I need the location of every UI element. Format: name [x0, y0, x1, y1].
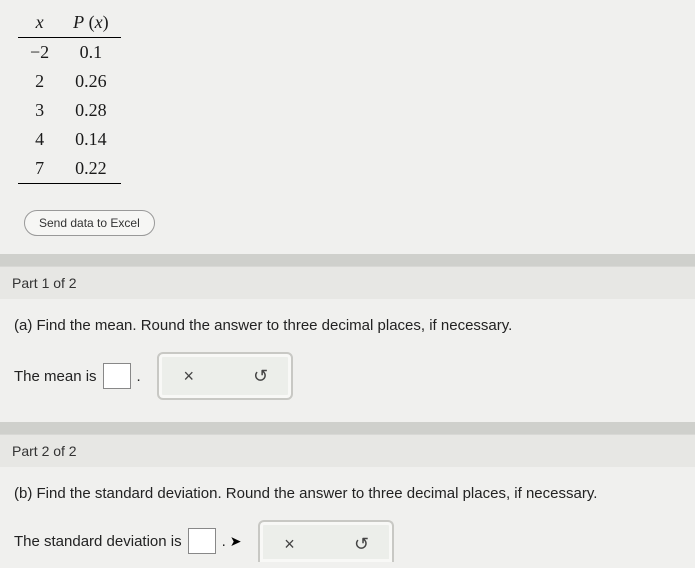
probability-table: x P (x) −2 0.1 2 0.26 3 0.28 4 0.14 7 — [18, 8, 121, 184]
header-px: P (x) — [61, 8, 121, 38]
cell-px: 0.1 — [61, 38, 121, 68]
reset-button[interactable]: ↺ — [239, 360, 283, 392]
undo-icon: ↺ — [354, 534, 369, 555]
table-row: 4 0.14 — [18, 125, 121, 154]
table-row: 7 0.22 — [18, 154, 121, 184]
clear-button[interactable]: × — [268, 528, 312, 560]
mean-suffix: . — [137, 368, 141, 385]
sd-prefix: The standard deviation is — [14, 533, 182, 550]
sd-answer-text: The standard deviation is . ➤ — [14, 528, 242, 554]
close-icon: × — [284, 534, 295, 555]
cell-x: 4 — [18, 125, 61, 154]
divider — [0, 422, 695, 434]
cell-px: 0.14 — [61, 125, 121, 154]
undo-icon: ↺ — [253, 366, 268, 387]
part-1-header: Part 1 of 2 — [0, 266, 695, 299]
cell-px: 0.22 — [61, 154, 121, 184]
answer-row-b: The standard deviation is . ➤ × ↺ — [0, 512, 695, 568]
divider — [0, 254, 695, 266]
cell-x: −2 — [18, 38, 61, 68]
cell-px: 0.26 — [61, 67, 121, 96]
mean-input[interactable] — [103, 363, 131, 389]
table-row: −2 0.1 — [18, 38, 121, 68]
table-row: 3 0.28 — [18, 96, 121, 125]
answer-row-a: The mean is . × ↺ — [0, 344, 695, 422]
cell-x: 7 — [18, 154, 61, 184]
cell-x: 2 — [18, 67, 61, 96]
question-b: (b) Find the standard deviation. Round t… — [0, 467, 695, 512]
sd-suffix: . — [222, 533, 226, 550]
mean-prefix: The mean is — [14, 368, 97, 385]
top-section: x P (x) −2 0.1 2 0.26 3 0.28 4 0.14 7 — [0, 0, 695, 254]
mean-answer-text: The mean is . — [14, 363, 141, 389]
cell-x: 3 — [18, 96, 61, 125]
sd-input[interactable] — [188, 528, 216, 554]
close-icon: × — [183, 366, 194, 387]
reset-button[interactable]: ↺ — [340, 528, 384, 560]
header-x: x — [18, 8, 61, 38]
table-row: 2 0.26 — [18, 67, 121, 96]
cell-px: 0.28 — [61, 96, 121, 125]
table-header-row: x P (x) — [18, 8, 121, 38]
tool-panel-b: × ↺ — [258, 520, 394, 562]
send-to-excel-button[interactable]: Send data to Excel — [24, 210, 155, 236]
cursor-icon: ➤ — [230, 533, 242, 550]
clear-button[interactable]: × — [167, 360, 211, 392]
part-2-header: Part 2 of 2 — [0, 434, 695, 467]
tool-panel-a: × ↺ — [157, 352, 293, 400]
question-a: (a) Find the mean. Round the answer to t… — [0, 299, 695, 344]
